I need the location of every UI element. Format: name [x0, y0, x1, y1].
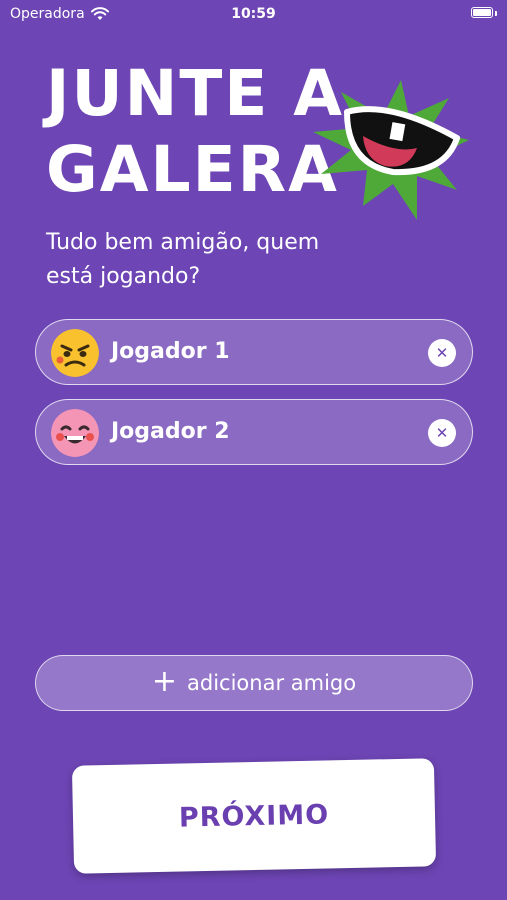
battery-tip: [495, 11, 497, 16]
page-subtitle: Tudo bem amigão, quem está jogando?: [46, 226, 386, 294]
title-line-1: JUNTE A: [46, 57, 345, 130]
player-card-2[interactable]: Jogador 2 ✕: [35, 399, 473, 465]
laughing-face-icon: [51, 409, 99, 457]
status-bar: Operadora 10:59: [0, 0, 507, 30]
next-button-label: PRÓXIMO: [178, 798, 330, 834]
subtitle-line-1: Tudo bem amigão, quem: [46, 230, 320, 255]
mascot-illustration: [313, 80, 469, 220]
plus-icon: +: [151, 663, 178, 699]
angry-face-icon: [51, 329, 99, 377]
subtitle-line-2: está jogando?: [46, 264, 201, 289]
player-name[interactable]: Jogador 1: [111, 320, 230, 384]
add-friend-button[interactable]: + adicionar amigo: [35, 655, 473, 711]
battery-icon: [471, 7, 493, 18]
remove-player-button[interactable]: ✕: [428, 419, 456, 447]
player-name[interactable]: Jogador 2: [111, 400, 230, 464]
remove-player-button[interactable]: ✕: [428, 339, 456, 367]
page-title: JUNTE A GALERA: [46, 56, 346, 208]
next-button[interactable]: PRÓXIMO: [71, 758, 437, 874]
player-card-1[interactable]: Jogador 1 ✕: [35, 319, 473, 385]
title-line-2: GALERA: [46, 133, 339, 206]
status-time: 10:59: [231, 6, 276, 22]
add-friend-label: adicionar amigo: [187, 671, 357, 695]
